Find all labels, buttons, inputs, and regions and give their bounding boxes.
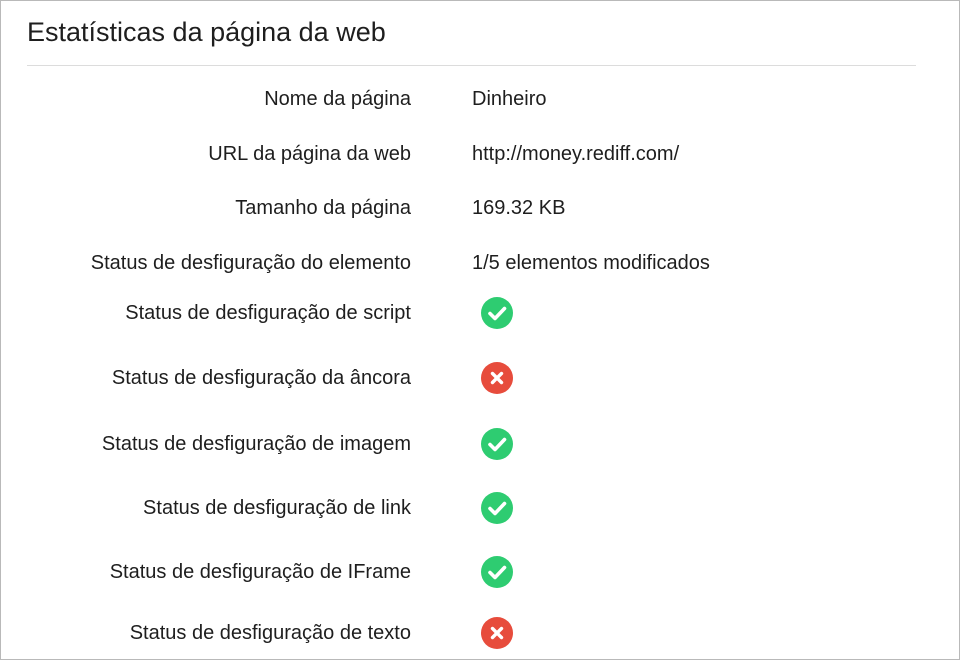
status-label: Status de desfiguração da âncora: [111, 367, 411, 389]
status-row-script: Status de desfiguração de script: [1, 297, 959, 329]
stat-label: Status de desfiguração do elemento: [90, 252, 411, 274]
x-circle-icon: [481, 362, 513, 394]
status-row-link: Status de desfiguração de link: [1, 492, 959, 524]
status-label: Status de desfiguração de link: [143, 497, 411, 519]
stat-row-page-size: Tamanho da página 169.32 KB: [1, 193, 959, 223]
check-circle-icon: [481, 297, 513, 329]
status-label: Status de desfiguração de imagem: [101, 433, 411, 455]
status-label: Status de desfiguração de script: [125, 302, 411, 324]
check-circle-icon: [481, 428, 513, 460]
stat-value-page-name: Dinheiro: [472, 88, 547, 110]
stat-value-page-url: http://money.rediff.com/: [472, 143, 680, 165]
status-label: Status de desfiguração de texto: [129, 622, 411, 644]
status-row-anchor: Status de desfiguração da âncora: [1, 362, 959, 394]
status-label: Status de desfiguração de IFrame: [109, 561, 411, 583]
stat-label: Nome da página: [264, 88, 411, 110]
status-row-image: Status de desfiguração de imagem: [1, 428, 959, 460]
stat-label: URL da página da web: [208, 143, 411, 165]
webpage-stats-panel: Estatísticas da página da web Nome da pá…: [0, 0, 960, 660]
stat-row-page-url: URL da página da web http://money.rediff…: [1, 139, 959, 169]
stat-row-element-defacement: Status de desfiguração do elemento 1/5 e…: [1, 248, 959, 278]
stat-value-page-size: 169.32 KB: [472, 197, 566, 219]
title-divider: [27, 65, 916, 66]
stat-row-page-name: Nome da página Dinheiro: [1, 84, 959, 114]
stat-value-element-defacement: 1/5 elementos modificados: [472, 252, 710, 274]
status-row-iframe: Status de desfiguração de IFrame: [1, 556, 959, 588]
panel-title: Estatísticas da página da web: [27, 17, 386, 47]
check-circle-icon: [481, 492, 513, 524]
status-row-text: Status de desfiguração de texto: [1, 617, 959, 649]
stat-label: Tamanho da página: [235, 197, 411, 219]
x-circle-icon: [481, 617, 513, 649]
check-circle-icon: [481, 556, 513, 588]
